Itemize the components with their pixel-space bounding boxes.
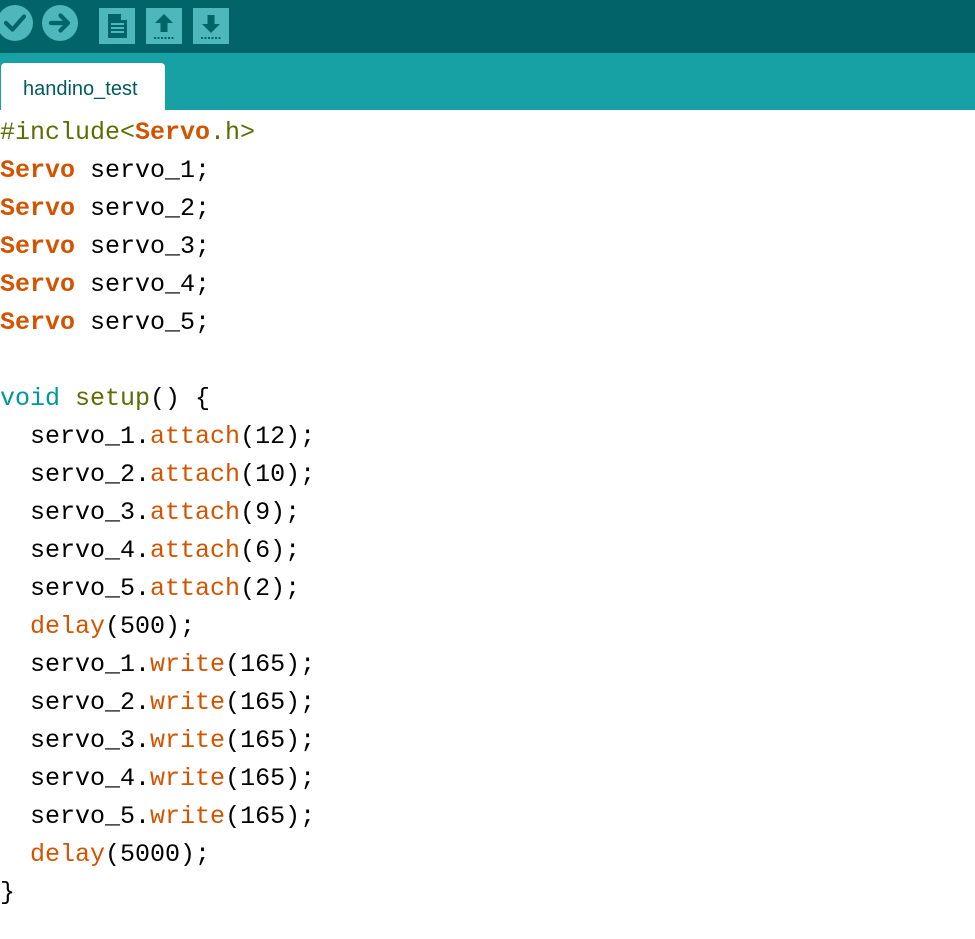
code-token: servo_1.write(165); [30,650,316,679]
code-line: servo_5.attach(2); [0,570,975,608]
code-line: servo_1.attach(12); [0,418,975,456]
new-sketch-icon [99,8,135,44]
code-line: void setup() { [0,380,975,418]
code-line: servo_1.write(165); [0,646,975,684]
code-token: servo_3.attach(9); [30,498,301,527]
upload-button[interactable] [41,4,79,42]
code-token: Servo servo_5; [0,308,211,337]
tab-handino-test[interactable]: handino_test [1,63,165,110]
code-line: Servo servo_1; [0,152,975,190]
save-button[interactable] [193,8,229,44]
code-line: Servo servo_5; [0,304,975,342]
code-line: servo_3.write(165); [0,722,975,760]
code-token: servo_4.write(165); [30,764,316,793]
code-token: Servo servo_2; [0,194,211,223]
code-line: servo_5.write(165); [0,798,975,836]
code-token: servo_5.write(165); [30,802,316,831]
code-token: servo_4.attach(6); [30,536,301,565]
code-token: delay(5000); [30,840,211,869]
code-token: Servo servo_4; [0,270,211,299]
code-line: Servo servo_4; [0,266,975,304]
code-line: Servo servo_3; [0,228,975,266]
save-arrow-down-icon [193,8,229,44]
right-arrow-icon [42,5,78,41]
code-line: servo_3.attach(9); [0,494,975,532]
code-line: Servo servo_2; [0,190,975,228]
code-editor[interactable]: #include<Servo.h> Servo servo_1; Servo s… [0,114,975,939]
code-line: servo_4.attach(6); [0,532,975,570]
arduino-ide-window: handino_test #include<Servo.h> Servo ser… [0,0,975,939]
code-token: delay(500); [30,612,196,641]
code-line: servo_2.write(165); [0,684,975,722]
toolbar [0,0,975,53]
code-line: delay(500); [0,608,975,646]
code-token: servo_2.write(165); [30,688,316,717]
code-line: delay(5000); [0,836,975,874]
tab-bar: handino_test [0,53,975,110]
code-token: } [0,878,16,907]
verify-button[interactable] [0,4,34,42]
code-token: servo_1.attach(12); [30,422,316,451]
code-token: Servo servo_1; [0,156,211,185]
code-token: servo_3.write(165); [30,726,316,755]
open-arrow-up-icon [146,8,182,44]
code-line: } [0,874,975,912]
code-line: servo_4.write(165); [0,760,975,798]
code-token: servo_5.attach(2); [30,574,301,603]
code-line: servo_2.attach(10); [0,456,975,494]
checkmark-icon [0,5,33,41]
open-button[interactable] [146,8,182,44]
code-line: #include<Servo.h> [0,114,975,152]
new-sketch-button[interactable] [99,8,135,44]
code-token: void setup() { [0,384,211,413]
code-token: Servo servo_3; [0,232,211,261]
code-token: #include<Servo.h> [0,118,256,147]
code-token: servo_2.attach(10); [30,460,316,489]
